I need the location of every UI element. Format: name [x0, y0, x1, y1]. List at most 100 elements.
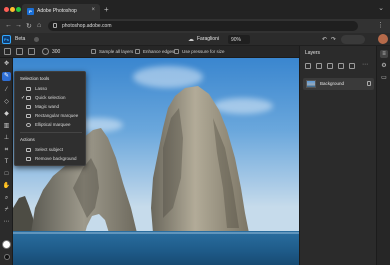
foreground-color-swatch[interactable] — [2, 240, 11, 249]
background-color-swatch[interactable] — [4, 254, 10, 260]
menu-item-label: Lasso — [35, 86, 48, 91]
address-bar[interactable]: photoshop.adobe.com — [48, 21, 358, 31]
photoshop-logo-icon[interactable]: Ps — [2, 35, 11, 44]
menu-item-magic-wand[interactable]: Magic wand — [20, 103, 82, 111]
shape-tool-icon[interactable]: □ — [2, 170, 11, 179]
tab-title: Adobe Photoshop — [37, 8, 77, 14]
zoom-tool-icon[interactable]: ⌕ — [2, 194, 11, 203]
forward-icon[interactable]: → — [15, 22, 22, 29]
group-icon[interactable] — [338, 63, 344, 69]
clone-stamp-icon[interactable]: ⊥ — [2, 134, 11, 143]
browser-toolbar: ← → ↻ ⌂ photoshop.adobe.com ⋮ — [0, 19, 390, 33]
sea — [13, 231, 299, 265]
zoom-value: 90% — [231, 37, 242, 43]
sample-all-layers-label: Sample all layers — [99, 49, 134, 54]
type-tool-icon[interactable]: T — [2, 158, 11, 167]
browser-tab-bar: P Adobe Photoshop × + ⌄ — [0, 0, 390, 19]
tab-close-icon[interactable]: × — [91, 7, 95, 13]
new-selection-icon[interactable] — [4, 48, 11, 55]
redo-icon[interactable]: ↷ — [331, 36, 336, 43]
minimize-window-button[interactable] — [10, 7, 15, 12]
close-window-button[interactable] — [4, 7, 9, 12]
delete-layer-icon[interactable] — [349, 63, 355, 69]
selection-tool-icon[interactable]: ✎ — [2, 72, 11, 81]
maximize-window-button[interactable] — [16, 7, 21, 12]
menu-item-quick-selection[interactable]: ✓ Quick selection — [20, 94, 82, 102]
properties-icon[interactable]: ⚙ — [380, 62, 388, 70]
layers-panel-title: Layers — [305, 50, 321, 56]
add-layer-icon[interactable] — [305, 63, 311, 69]
layer-row-background[interactable]: Background — [303, 78, 374, 90]
brush-tool-icon[interactable]: ⁄ — [2, 86, 11, 95]
brush-size-value[interactable]: 300 — [52, 49, 60, 55]
quick-selection-icon — [26, 96, 31, 100]
browser-menu-icon[interactable]: ⋮ — [377, 21, 384, 29]
menu-item-label: Magic wand — [35, 104, 60, 109]
layer-thumbnail — [306, 80, 316, 88]
brush-size-icon[interactable] — [42, 48, 49, 55]
eraser-tool-icon[interactable]: ◇ — [2, 98, 11, 107]
app-header: Ps Beta ☁ Faraglioni 90% ↶ ↷ — [0, 33, 390, 46]
share-button[interactable] — [341, 35, 365, 44]
tab-menu-icon[interactable]: ⌄ — [378, 4, 384, 12]
use-pressure-checkbox[interactable] — [174, 49, 179, 54]
eyedropper-icon[interactable]: ⌿ — [2, 206, 11, 215]
elliptical-marquee-icon — [26, 123, 31, 127]
beta-label: Beta — [15, 36, 26, 42]
menu-item-label: Select subject — [35, 147, 64, 152]
zoom-dropdown[interactable]: 90% — [228, 35, 250, 44]
menu-item-rectangular-marquee[interactable]: Rectangular marquee — [20, 112, 82, 120]
url-text: photoshop.adobe.com — [62, 23, 112, 29]
menu-item-label: Remove background — [35, 156, 77, 161]
menu-item-label: Elliptical marquee — [35, 122, 71, 127]
menu-item-label: Rectangular marquee — [35, 113, 79, 118]
fill-tool-icon[interactable]: ◆ — [2, 110, 11, 119]
flyout-header-selection-tools: Selection tools — [20, 76, 50, 81]
menu-item-lasso[interactable]: Lasso — [20, 85, 82, 93]
move-tool-icon[interactable]: ✥ — [2, 60, 11, 69]
sample-all-layers-checkbox[interactable] — [91, 49, 96, 54]
menu-item-select-subject[interactable]: Select subject — [20, 146, 82, 154]
divider — [20, 132, 82, 133]
enhance-edges-checkbox[interactable] — [135, 49, 140, 54]
use-pressure-label: Use pressure for size — [182, 49, 225, 54]
new-tab-button[interactable]: + — [104, 5, 109, 14]
lock-icon[interactable] — [367, 81, 371, 86]
status-dot-icon — [34, 37, 39, 42]
adjustment-layer-icon[interactable] — [316, 63, 322, 69]
layers-panel-icon[interactable]: ≡ — [380, 50, 388, 58]
right-rail: ≡ ⚙ ▭ — [376, 46, 390, 265]
lock-icon — [53, 23, 57, 28]
subtract-selection-icon[interactable] — [28, 48, 35, 55]
selection-tools-flyout: Selection tools Lasso ✓ Quick selection … — [14, 71, 86, 166]
mask-icon[interactable] — [327, 63, 333, 69]
photoshop-favicon-icon: P — [27, 8, 34, 15]
home-icon[interactable]: ⌂ — [37, 22, 41, 29]
undo-icon[interactable]: ↶ — [322, 36, 327, 43]
menu-item-remove-background[interactable]: Remove background — [20, 155, 82, 163]
back-icon[interactable]: ← — [5, 22, 12, 29]
avatar[interactable] — [378, 34, 388, 44]
crop-tool-icon[interactable]: ⌗ — [2, 146, 11, 155]
more-tools-icon[interactable]: ⋯ — [2, 218, 11, 227]
layers-panel: Layers ⋯ Background — [299, 46, 376, 265]
sea-highlight — [13, 232, 299, 234]
select-subject-icon — [26, 148, 31, 152]
comments-icon[interactable]: ▭ — [380, 74, 388, 82]
browser-tab[interactable]: P Adobe Photoshop × — [22, 4, 100, 19]
hand-tool-icon[interactable]: ✋ — [2, 182, 11, 191]
add-to-selection-icon[interactable] — [16, 48, 23, 55]
enhance-edges-label: Enhance edges — [143, 49, 175, 54]
cloud-document-icon: ☁ — [188, 37, 194, 43]
layer-name: Background — [320, 81, 345, 86]
remove-background-icon — [26, 157, 31, 161]
file-name: Faraglioni — [197, 36, 219, 42]
reload-icon[interactable]: ↻ — [26, 22, 32, 30]
checkmark-icon: ✓ — [21, 95, 26, 101]
gradient-tool-icon[interactable]: ▥ — [2, 122, 11, 131]
rectangular-marquee-icon — [26, 114, 31, 118]
menu-item-elliptical-marquee[interactable]: Elliptical marquee — [20, 121, 82, 129]
lasso-icon — [26, 87, 31, 91]
more-options-icon[interactable]: ⋯ — [362, 62, 368, 69]
menu-item-label: Quick selection — [35, 95, 66, 100]
